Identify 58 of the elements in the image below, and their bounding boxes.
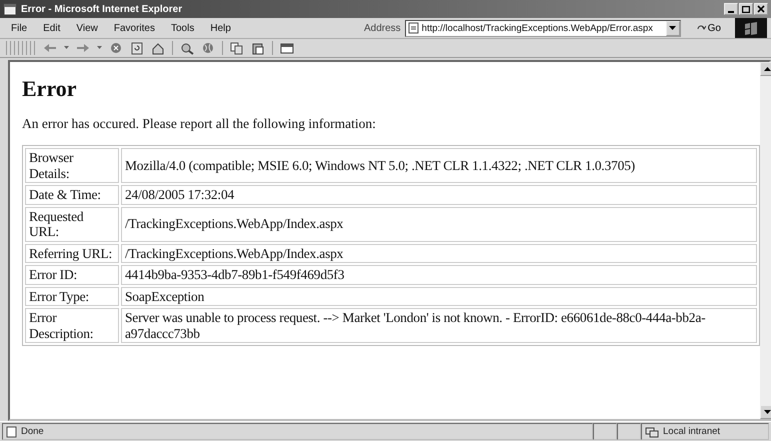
scroll-down-button[interactable] [760, 405, 771, 419]
paste-icon[interactable] [251, 42, 265, 54]
minimize-icon [728, 10, 734, 12]
close-button[interactable] [754, 3, 768, 15]
browser-icon [3, 2, 17, 16]
caret-icon[interactable] [64, 46, 69, 50]
zone-text: Local intranet [663, 426, 720, 437]
row-label: Browser Details: [25, 148, 119, 184]
menu-item[interactable]: Help [209, 22, 232, 34]
row-value: SoapException [121, 286, 757, 306]
row-label: Referring URL: [25, 244, 119, 264]
refresh-icon[interactable] [130, 42, 144, 54]
toolbar-grip[interactable] [6, 41, 36, 55]
window-title: Error - Microsoft Internet Explorer [21, 4, 184, 14]
row-value: /TrackingExceptions.WebApp/Index.aspx [121, 244, 757, 264]
row-value: 4414b9ba-9353-4db7-89b1-f549f469d5f3 [121, 265, 757, 285]
row-label: Error Description: [25, 308, 119, 344]
home-icon[interactable] [151, 42, 165, 54]
close-icon [757, 5, 765, 13]
menu-item[interactable]: Tools [170, 22, 196, 34]
maximize-icon [742, 6, 750, 12]
row-value: 24/08/2005 17:32:04 [121, 185, 757, 205]
maximize-button[interactable] [739, 3, 753, 15]
row-label: Date & Time: [25, 185, 119, 205]
row-label: Error Type: [25, 286, 119, 306]
page-icon [408, 22, 419, 34]
copy-icon[interactable] [230, 42, 244, 54]
go-button[interactable]: Go [696, 22, 721, 34]
up-arrow-icon [764, 67, 770, 71]
menu-item[interactable]: Edit [42, 22, 62, 34]
scrollbar[interactable] [760, 62, 771, 419]
intro-text: An error has occured. Please report all the following information: [22, 116, 377, 132]
row-label: Requested URL: [25, 206, 119, 242]
search-icon[interactable] [180, 42, 194, 54]
scroll-up-button[interactable] [760, 62, 771, 76]
menu-item[interactable]: Favorites [112, 22, 156, 34]
caret-icon[interactable] [97, 46, 102, 50]
minimize-button[interactable] [724, 3, 738, 15]
stop-icon[interactable] [109, 42, 123, 54]
row-label: Error ID: [25, 265, 119, 285]
down-arrow-icon [764, 410, 770, 414]
page-heading: Error [22, 76, 78, 102]
menu-item[interactable]: File [10, 22, 28, 34]
page-icon [6, 426, 17, 438]
caret-icon [669, 26, 676, 30]
address-label: Address [364, 22, 401, 34]
flag-icon [744, 22, 758, 34]
network-icon [645, 426, 659, 438]
row-value: /TrackingExceptions.WebApp/Index.aspx [121, 206, 757, 242]
dropdown-button[interactable] [666, 20, 680, 36]
row-value: Mozilla/4.0 (compatible; MSIE 6.0; Windows NT 5.0; .NET CLR 1.1.4322; .NET CLR 1.0.3705) [121, 148, 757, 184]
window-icon[interactable] [280, 42, 294, 54]
row-value: Server was unable to process request. --> Market 'London' is not known. - ErrorID: e66061de-88c0-444a-bb2a-a97daccc73bb [121, 308, 757, 344]
globe-icon[interactable] [201, 42, 215, 54]
go-arrow-icon [696, 24, 706, 32]
menu-item[interactable]: View [75, 22, 99, 34]
address-field[interactable]: http://localhost/TrackingExceptions.WebApp/Error.aspx [404, 20, 681, 36]
status-text: Done [21, 426, 44, 437]
